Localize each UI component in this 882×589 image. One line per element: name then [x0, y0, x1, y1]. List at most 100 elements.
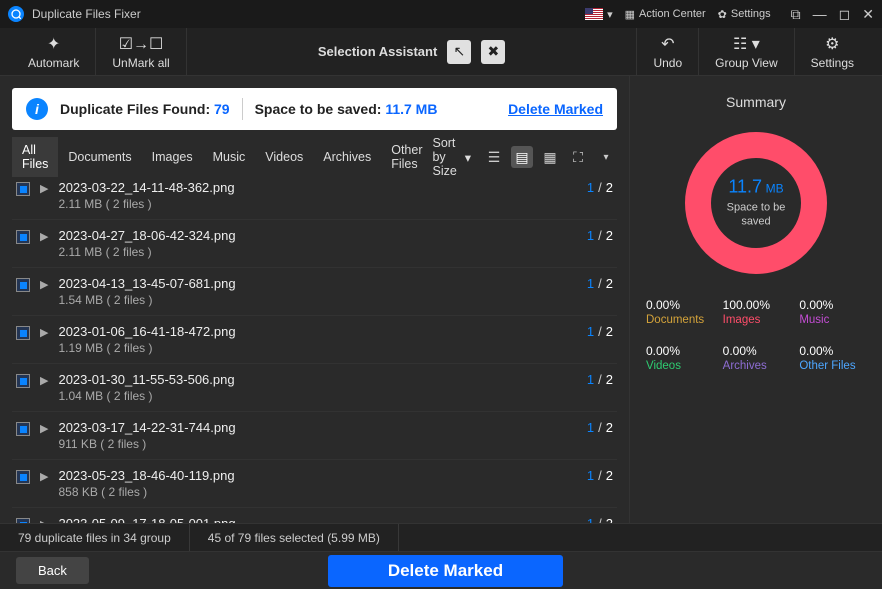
stat-percent: 0.00% — [646, 344, 713, 358]
group-view-button[interactable]: ☷ ▾ Group View — [699, 28, 794, 76]
stat-percent: 0.00% — [723, 344, 790, 358]
checkbox[interactable] — [16, 374, 30, 388]
tab-all-files[interactable]: All Files — [12, 137, 58, 177]
file-row[interactable]: ▶ 2023-05-23_18-46-40-119.png 858 KB ( 2… — [12, 460, 617, 508]
unmark-all-button[interactable]: ☑→☐ UnMark all — [96, 28, 186, 76]
action-center-button[interactable]: ▦ Action Center — [625, 8, 706, 21]
file-name: 2023-04-27_18-06-42-324.png — [58, 228, 576, 243]
expand-arrow-icon[interactable]: ▶ — [40, 518, 48, 523]
file-name: 2023-03-17_14-22-31-744.png — [58, 420, 576, 435]
stat-percent: 0.00% — [799, 298, 866, 312]
tab-documents[interactable]: Documents — [58, 144, 141, 170]
separator — [242, 98, 243, 120]
tab-other-files[interactable]: Other Files — [381, 137, 432, 177]
minimize-button[interactable]: — — [813, 6, 827, 23]
file-count: 1/2 — [587, 372, 613, 387]
app-icon — [8, 6, 24, 22]
tab-images[interactable]: Images — [142, 144, 203, 170]
file-name: 2023-05-09_17-18-05-001.png — [58, 516, 576, 523]
back-button[interactable]: Back — [16, 557, 89, 584]
checkbox[interactable] — [16, 230, 30, 244]
toolbar-settings-label: Settings — [811, 56, 854, 70]
us-flag-icon — [585, 8, 603, 20]
action-center-label: Action Center — [639, 8, 706, 20]
expand-arrow-icon[interactable]: ▶ — [40, 470, 48, 483]
compact-view-button[interactable]: ▤ — [511, 146, 533, 168]
lock-icon[interactable]: ⧉ — [791, 6, 801, 23]
undo-icon: ↶ — [661, 34, 674, 54]
select-tool-2-button[interactable]: ✖ — [481, 40, 505, 64]
delete-marked-button[interactable]: Delete Marked — [328, 555, 563, 587]
file-meta: 2.11 MB ( 2 files ) — [58, 197, 576, 211]
file-list[interactable]: ▶ 2023-03-22_14-11-48-362.png 2.11 MB ( … — [0, 172, 629, 523]
toolbar-settings-button[interactable]: ⚙ Settings — [795, 28, 870, 76]
file-row[interactable]: ▶ 2023-04-27_18-06-42-324.png 2.11 MB ( … — [12, 220, 617, 268]
stat-item: 0.00% Videos — [646, 344, 713, 372]
file-count: 1/2 — [587, 276, 613, 291]
file-row[interactable]: ▶ 2023-03-22_14-11-48-362.png 2.11 MB ( … — [12, 172, 617, 220]
file-count: 1/2 — [587, 468, 613, 483]
stat-percent: 100.00% — [723, 298, 790, 312]
stat-percent: 0.00% — [799, 344, 866, 358]
close-button[interactable]: ✕ — [862, 6, 874, 23]
stat-item: 0.00% Archives — [723, 344, 790, 372]
tab-archives[interactable]: Archives — [313, 144, 381, 170]
summary-title: Summary — [646, 94, 866, 110]
file-name: 2023-01-06_16-41-18-472.png — [58, 324, 576, 339]
delete-marked-link[interactable]: Delete Marked — [508, 101, 603, 117]
flag-menu[interactable]: ▾ — [585, 8, 613, 21]
grid-view-button[interactable]: ▦ — [539, 146, 561, 168]
donut-subtitle: Space to be saved — [719, 201, 794, 230]
file-meta: 858 KB ( 2 files ) — [58, 485, 576, 499]
file-row[interactable]: ▶ 2023-04-13_13-45-07-681.png 1.54 MB ( … — [12, 268, 617, 316]
file-name: 2023-05-23_18-46-40-119.png — [58, 468, 576, 483]
expand-arrow-icon[interactable]: ▶ — [40, 182, 48, 195]
unmark-label: UnMark all — [112, 56, 169, 70]
automark-label: Automark — [28, 56, 79, 70]
expand-arrow-icon[interactable]: ▶ — [40, 374, 48, 387]
toolbar: ✦ Automark ☑→☐ UnMark all Selection Assi… — [0, 28, 882, 76]
file-meta: 911 KB ( 2 files ) — [58, 437, 576, 451]
checkbox[interactable] — [16, 518, 30, 523]
stat-label: Other Files — [799, 360, 866, 372]
file-row[interactable]: ▶ 2023-03-17_14-22-31-744.png 911 KB ( 2… — [12, 412, 617, 460]
list-view-button[interactable]: ☰ — [483, 146, 505, 168]
status-dup-count: 79 duplicate files in 34 group — [0, 524, 190, 551]
gear-icon: ✿ — [718, 8, 727, 21]
checkbox[interactable] — [16, 182, 30, 196]
file-row[interactable]: ▶ 2023-05-09_17-18-05-001.png 464 KB ( 2… — [12, 508, 617, 523]
checkbox[interactable] — [16, 278, 30, 292]
more-view-button[interactable]: ▾ — [595, 146, 617, 168]
checkbox[interactable] — [16, 422, 30, 436]
maximize-button[interactable]: ◻ — [839, 6, 851, 23]
left-pane: i Duplicate Files Found: 79 Space to be … — [0, 76, 630, 523]
info-icon: i — [26, 98, 48, 120]
status-selected-count: 45 of 79 files selected (5.99 MB) — [190, 524, 399, 551]
unmark-icon: ☑→☐ — [119, 34, 164, 54]
undo-button[interactable]: ↶ Undo — [637, 28, 699, 76]
checkbox[interactable] — [16, 470, 30, 484]
chevron-down-icon: ▾ — [465, 150, 471, 165]
file-count: 1/2 — [587, 228, 613, 243]
automark-button[interactable]: ✦ Automark — [12, 28, 96, 76]
found-count: 79 — [214, 101, 230, 117]
expand-arrow-icon[interactable]: ▶ — [40, 422, 48, 435]
tabs-row: All Files Documents Images Music Videos … — [0, 142, 629, 172]
file-row[interactable]: ▶ 2023-01-30_11-55-53-506.png 1.04 MB ( … — [12, 364, 617, 412]
gear-icon: ⚙ — [825, 34, 839, 54]
expand-arrow-icon[interactable]: ▶ — [40, 326, 48, 339]
checkbox[interactable] — [16, 326, 30, 340]
stat-item: 0.00% Music — [799, 298, 866, 326]
file-row[interactable]: ▶ 2023-01-06_16-41-18-472.png 1.19 MB ( … — [12, 316, 617, 364]
stat-percent: 0.00% — [646, 298, 713, 312]
expand-arrow-icon[interactable]: ▶ — [40, 230, 48, 243]
expand-arrow-icon[interactable]: ▶ — [40, 278, 48, 291]
selection-assistant-label: Selection Assistant — [318, 44, 437, 59]
expand-view-button[interactable]: ⛶ — [567, 146, 589, 168]
select-tool-1-button[interactable]: ↖ — [447, 40, 471, 64]
wand-icon: ✦ — [47, 34, 60, 54]
settings-button[interactable]: ✿ Settings — [718, 8, 771, 21]
tab-videos[interactable]: Videos — [255, 144, 313, 170]
tab-music[interactable]: Music — [203, 144, 256, 170]
group-view-icon: ☷ ▾ — [733, 34, 760, 54]
